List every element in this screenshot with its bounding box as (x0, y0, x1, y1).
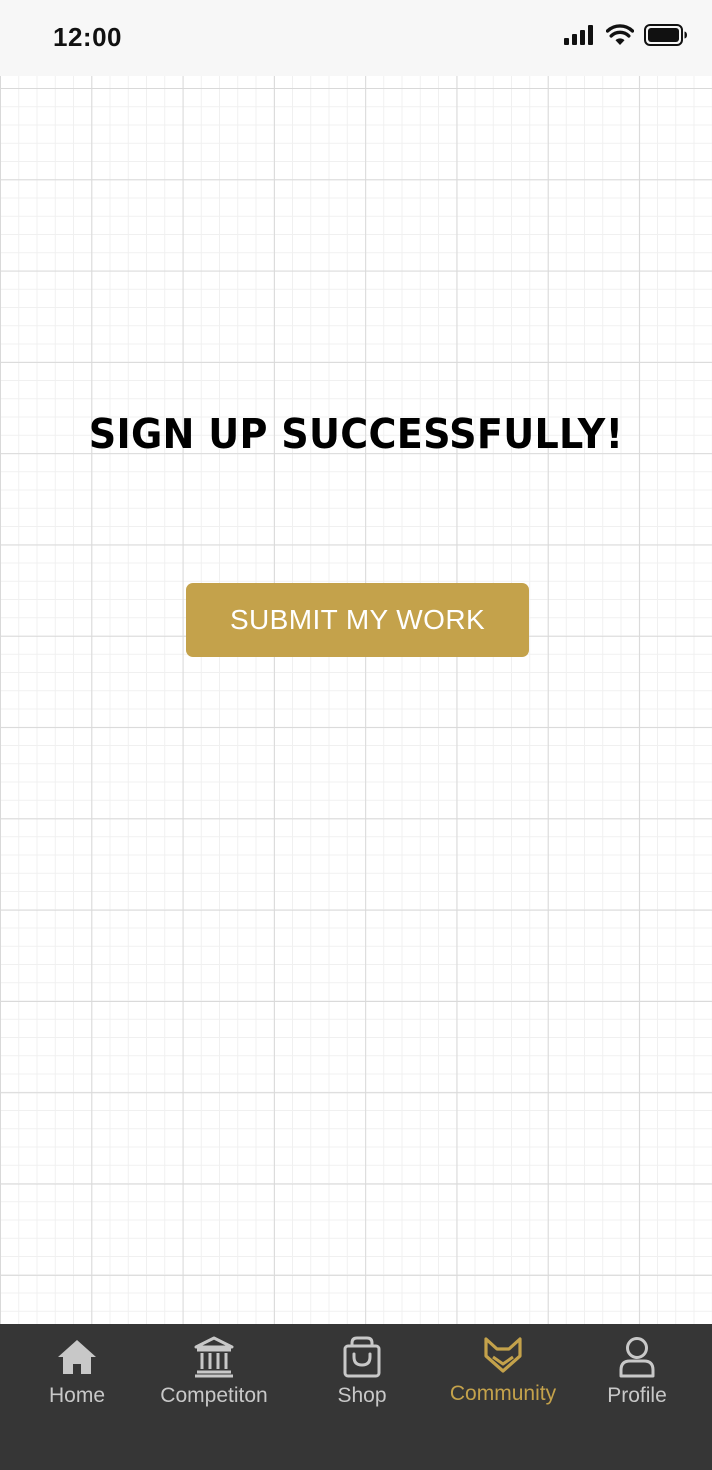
signal-icon (564, 24, 596, 50)
submit-my-work-button[interactable]: SUBMIT MY WORK (186, 583, 529, 657)
home-icon (56, 1334, 98, 1380)
signup-success-title: SIGN UP SUCCESSFULLY! (88, 410, 624, 458)
tab-home[interactable]: Home (36, 1334, 118, 1424)
tab-competition[interactable]: Competiton (150, 1334, 278, 1424)
tab-shop-label: Shop (337, 1384, 387, 1407)
wifi-icon (605, 23, 635, 51)
battery-icon (644, 23, 688, 51)
status-icons (564, 23, 688, 51)
tab-competition-label: Competiton (160, 1384, 268, 1407)
museum-icon (193, 1334, 235, 1380)
user-icon (618, 1334, 656, 1380)
tab-community-label: Community (449, 1382, 557, 1405)
tab-bar: Home Competiton Shop Community Profile (0, 1324, 712, 1470)
status-bar: 12:00 (0, 0, 712, 76)
status-time: 12:00 (53, 22, 122, 52)
fox-icon (483, 1332, 523, 1378)
shopping-bag-icon (342, 1334, 382, 1380)
tab-profile[interactable]: Profile (598, 1334, 676, 1424)
grid-background (0, 76, 712, 1324)
tab-community[interactable]: Community (440, 1332, 566, 1422)
tab-profile-label: Profile (607, 1384, 667, 1407)
tab-home-label: Home (48, 1384, 106, 1407)
tab-shop[interactable]: Shop (322, 1334, 402, 1424)
